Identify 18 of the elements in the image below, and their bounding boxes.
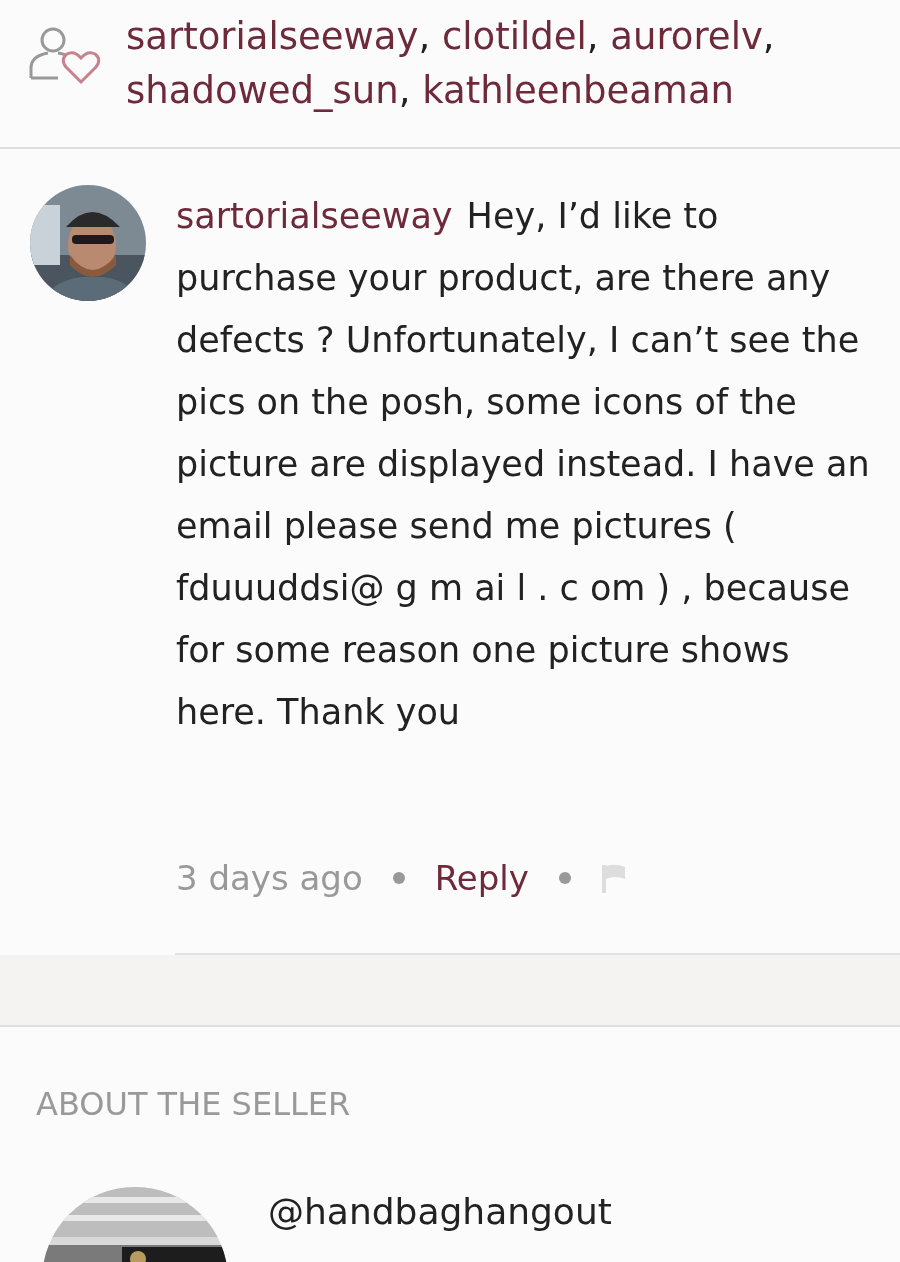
timestamp: 3 days ago [176,858,363,898]
section-heading: ABOUT THE SELLER [35,1084,352,1125]
username-link[interactable]: sartorialseeway [176,196,453,236]
reply-link[interactable]: Reply [434,858,529,898]
comment-text: sartorialseeway Hey, I’d like to purchase your product, are there any defects ? Unfortunately, I can’t see the pics on the posh, some icons of the picture are displayed instead. I have an email please send me pictures ( fduuuddsi@ g m ai l . c om ) , because for some reason one picture shows here. Thank you [176,195,871,734]
flag-icon[interactable] [600,863,627,893]
comma: , [398,69,411,112]
separator-dot [392,872,405,884]
comma: , [586,15,599,58]
comma: , [762,15,775,58]
username-link[interactable]: kathleenbeaman [422,69,734,112]
seller-handle[interactable]: @handbaghangout [268,1191,612,1262]
username-link[interactable]: clotildel [441,15,587,58]
username-link[interactable]: sartorialseeway [126,15,419,58]
separator-dot [558,872,571,884]
username-link[interactable]: aurorelv [610,15,763,58]
username-link[interactable]: shadowed_sun [126,69,399,112]
comma: , [418,15,431,58]
